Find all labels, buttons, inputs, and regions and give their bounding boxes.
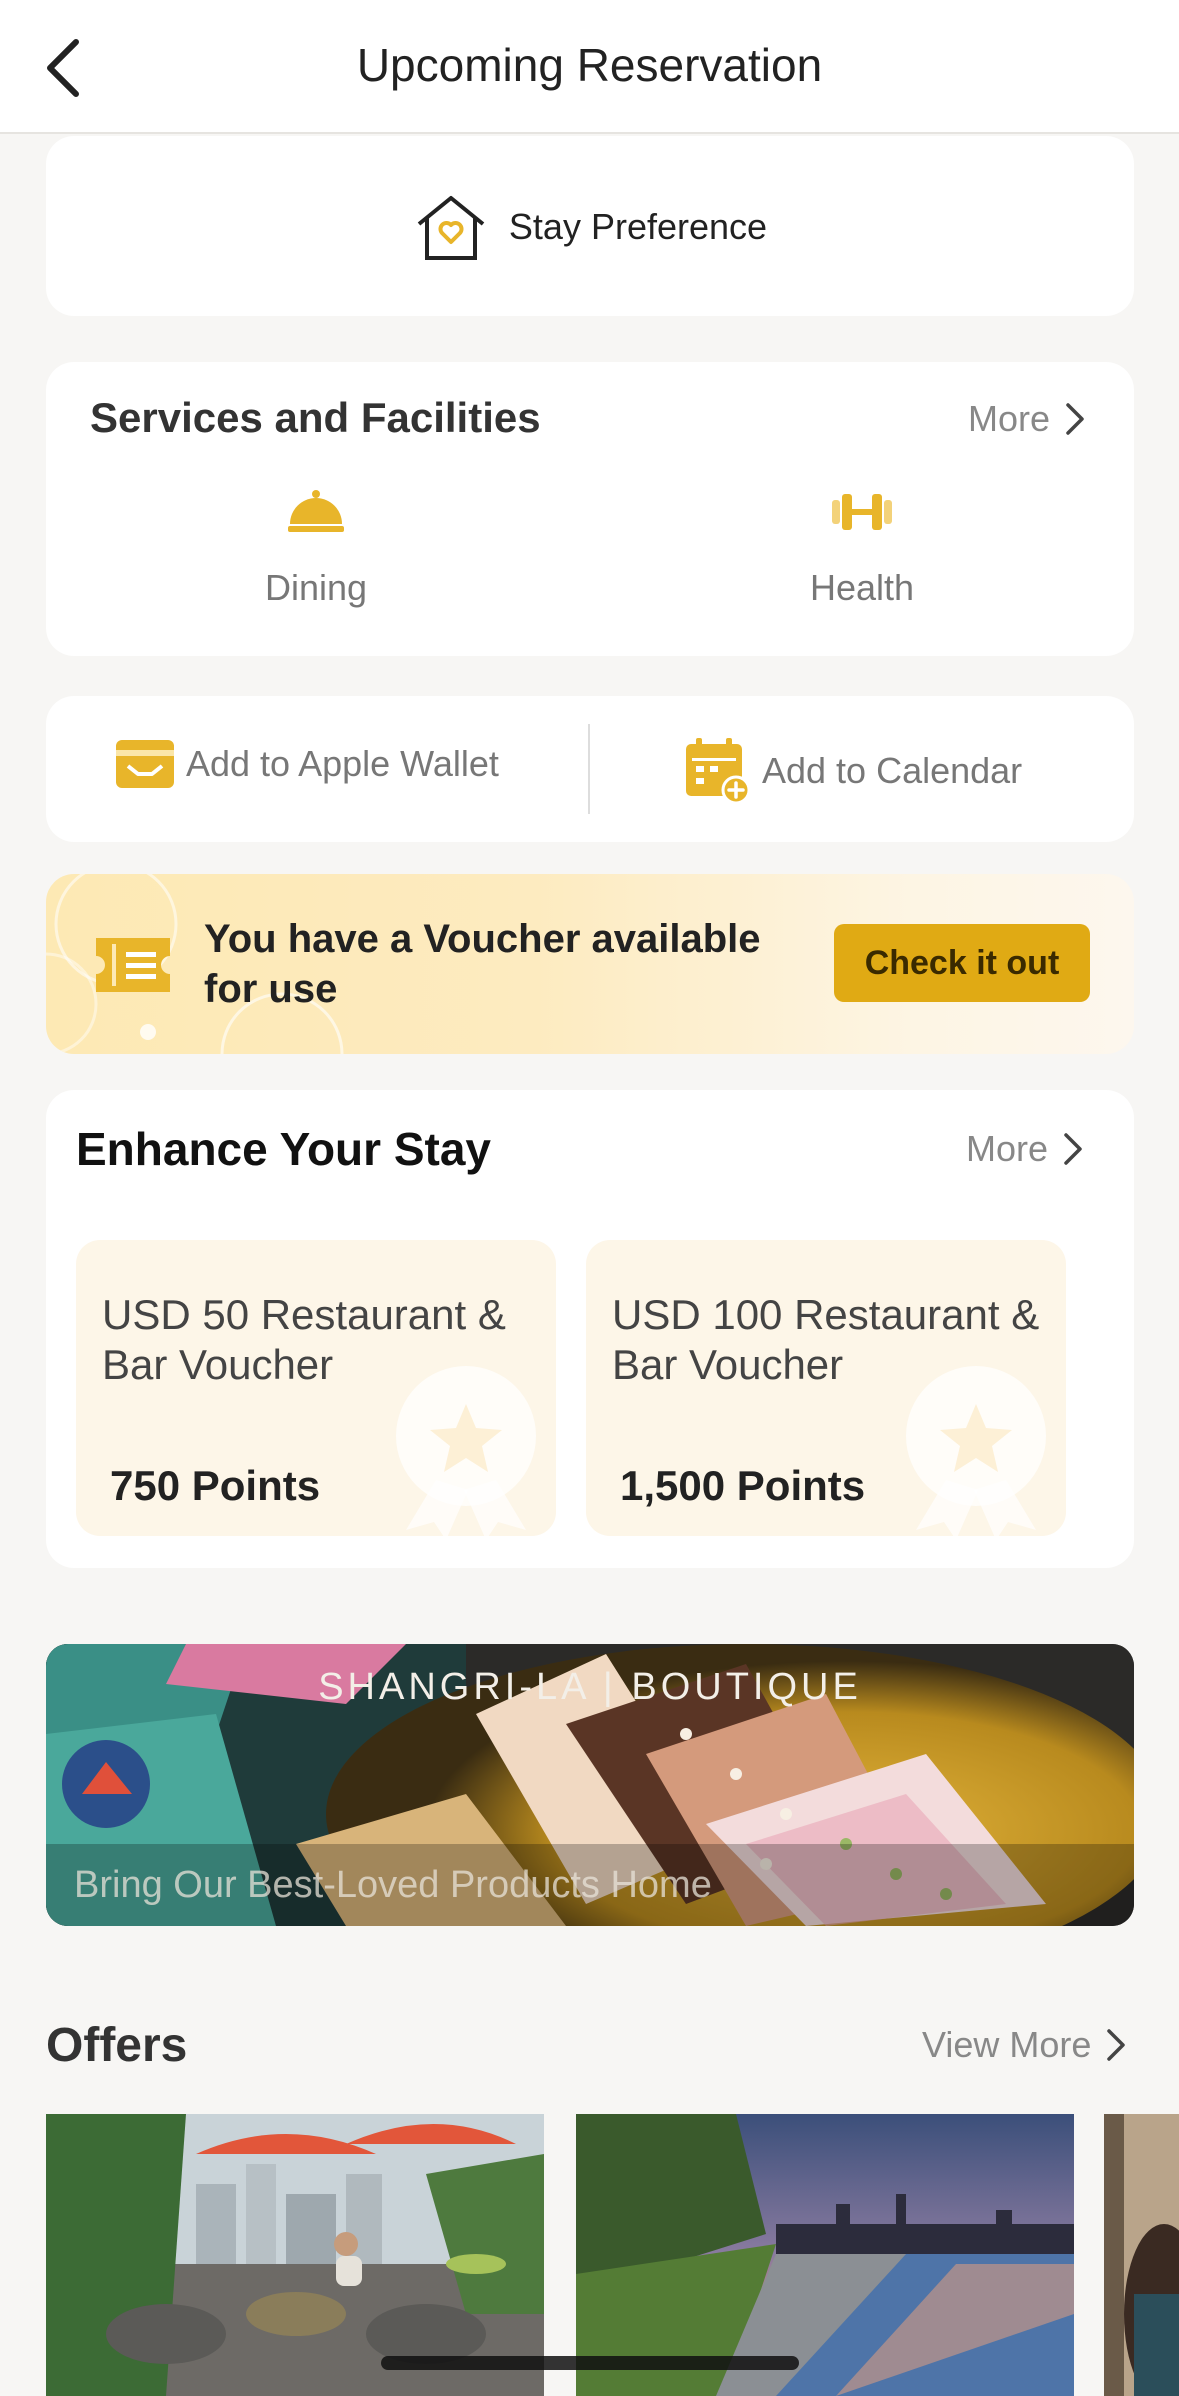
offer-card[interactable]: [576, 2114, 1074, 2396]
boutique-brand: SHANGRI-LA | BOUTIQUE: [318, 1666, 862, 1708]
services-card: Services and Facilities More Dining Heal…: [46, 362, 1134, 656]
divider: [588, 724, 590, 814]
reward-card[interactable]: USD 50 Restaurant & Bar Voucher 750 Poin…: [76, 1240, 556, 1536]
reward-name: USD 50 Restaurant & Bar Voucher: [102, 1291, 506, 1388]
offer-card[interactable]: [1104, 2114, 1179, 2396]
reward-card[interactable]: USD 100 Restaurant & Bar Voucher 1,500 P…: [586, 1240, 1066, 1536]
services-more-link[interactable]: More: [968, 398, 1086, 440]
offer-image: [1104, 2114, 1179, 2396]
wallet-calendar-card: Add to Apple Wallet Add to Calendar: [46, 696, 1134, 842]
voucher-message: You have a Voucher available for use: [204, 917, 761, 1011]
reward-name: USD 100 Restaurant & Bar Voucher: [612, 1291, 1040, 1388]
dining-cloche-icon: [288, 490, 344, 532]
wallet-icon: [116, 740, 174, 788]
boutique-banner[interactable]: SHANGRI-LA | BOUTIQUE Bring Our Best-Lov…: [46, 1644, 1134, 1926]
offer-card[interactable]: [46, 2114, 544, 2396]
services-title: Services and Facilities: [90, 394, 541, 441]
offers-title: Offers: [46, 2019, 188, 2072]
chevron-right-icon: [1064, 1133, 1082, 1165]
add-to-calendar-label: Add to Calendar: [762, 750, 1023, 791]
enhance-stay-card: Enhance Your Stay More USD 50 Restaurant…: [46, 1090, 1134, 1568]
offer-pool-image: [576, 2114, 1074, 2396]
reward-points: 1,500 Points: [620, 1462, 866, 1509]
app-header: Upcoming Reservation: [0, 0, 1179, 134]
ticket-icon: [96, 938, 170, 992]
home-indicator[interactable]: [381, 2356, 799, 2370]
offers-view-more-label: View More: [922, 2024, 1092, 2065]
check-it-out-button[interactable]: Check it out: [834, 924, 1090, 1002]
stay-preference-card[interactable]: Stay Preference: [46, 136, 1134, 316]
add-to-calendar-button[interactable]: Add to Calendar: [682, 736, 1022, 806]
service-dining-label: Dining: [264, 567, 368, 608]
enhance-more-link[interactable]: More: [966, 1128, 1084, 1170]
stay-preference-label: Stay Preference: [508, 206, 768, 247]
offers-view-more-link[interactable]: View More: [922, 2024, 1127, 2066]
add-to-wallet-button[interactable]: Add to Apple Wallet: [114, 736, 499, 792]
reward-points: 750 Points: [110, 1462, 321, 1509]
offer-terrace-image: [46, 2114, 544, 2396]
house-heart-icon: [417, 196, 485, 260]
chevron-right-icon: [1066, 403, 1084, 435]
services-more-label: More: [968, 398, 1051, 439]
calendar-add-icon: [686, 738, 751, 805]
enhance-more-label: More: [966, 1128, 1049, 1169]
chevron-right-icon: [1107, 2029, 1126, 2061]
voucher-banner[interactable]: You have a Voucher available for use Che…: [46, 874, 1134, 1054]
enhance-stay-title: Enhance Your Stay: [76, 1123, 491, 1175]
service-health[interactable]: Health: [712, 488, 1012, 609]
service-dining[interactable]: Dining: [166, 488, 466, 609]
boutique-tagline: Bring Our Best-Loved Products Home: [74, 1864, 712, 1906]
add-to-wallet-label: Add to Apple Wallet: [186, 743, 499, 784]
dumbbell-icon: [832, 494, 892, 530]
service-health-label: Health: [809, 567, 915, 608]
page-title: Upcoming Reservation: [356, 39, 823, 91]
